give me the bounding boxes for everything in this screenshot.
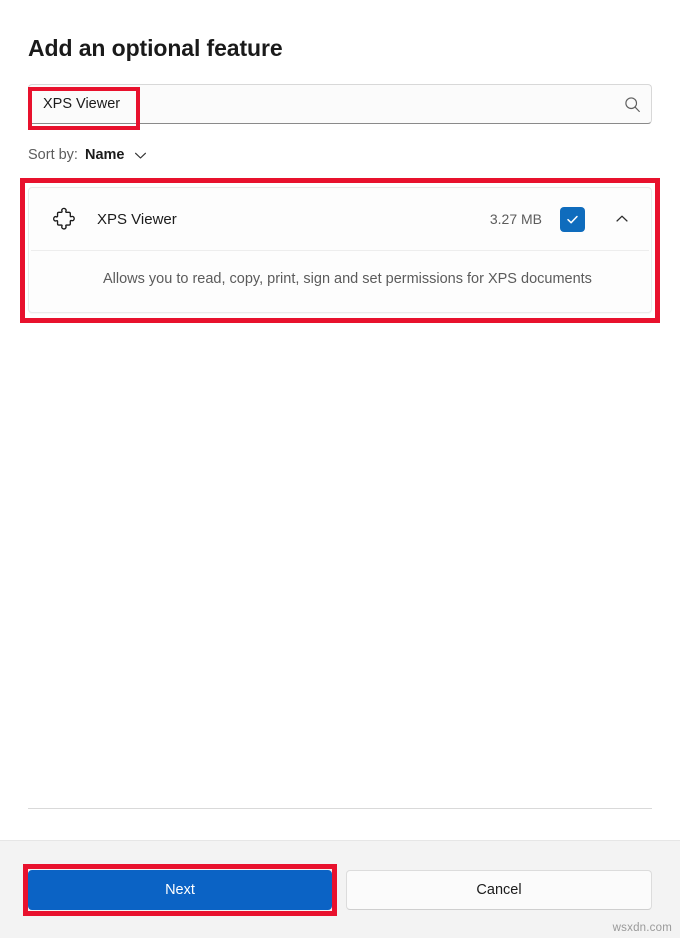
search-icon[interactable] xyxy=(613,85,651,123)
puzzle-piece-icon xyxy=(49,203,81,235)
dialog-footer: Next Cancel wsxdn.com xyxy=(0,840,680,938)
next-button-wrap: Next xyxy=(23,863,337,916)
feature-list: XPS Viewer 3.27 MB Allows you to read, c… xyxy=(20,178,660,323)
feature-size: 3.27 MB xyxy=(489,211,542,227)
sort-by-label: Sort by: xyxy=(28,147,78,163)
feature-checkbox[interactable] xyxy=(560,206,585,232)
next-button[interactable]: Next xyxy=(28,869,332,910)
feature-name: XPS Viewer xyxy=(97,210,177,228)
page-title: Add an optional feature xyxy=(28,35,283,61)
dialog-body: Add an optional feature Sort by: Name xyxy=(0,0,680,840)
search-input[interactable] xyxy=(29,85,613,123)
cancel-button[interactable]: Cancel xyxy=(346,869,652,910)
chevron-down-icon[interactable] xyxy=(133,148,148,163)
add-optional-feature-dialog: Add an optional feature Sort by: Name xyxy=(0,0,680,938)
chevron-up-icon[interactable] xyxy=(607,204,637,234)
feature-card-header[interactable]: XPS Viewer 3.27 MB xyxy=(29,188,651,250)
sort-by-control[interactable]: Sort by: Name xyxy=(28,143,652,167)
sort-by-value[interactable]: Name xyxy=(85,147,125,163)
feature-description: Allows you to read, copy, print, sign an… xyxy=(103,271,592,287)
feature-card-xps-viewer[interactable]: XPS Viewer 3.27 MB Allows you to read, c… xyxy=(28,187,652,313)
list-bottom-divider xyxy=(28,808,652,809)
search-area xyxy=(28,84,652,130)
watermark: wsxdn.com xyxy=(612,922,672,934)
search-box[interactable] xyxy=(28,84,652,124)
